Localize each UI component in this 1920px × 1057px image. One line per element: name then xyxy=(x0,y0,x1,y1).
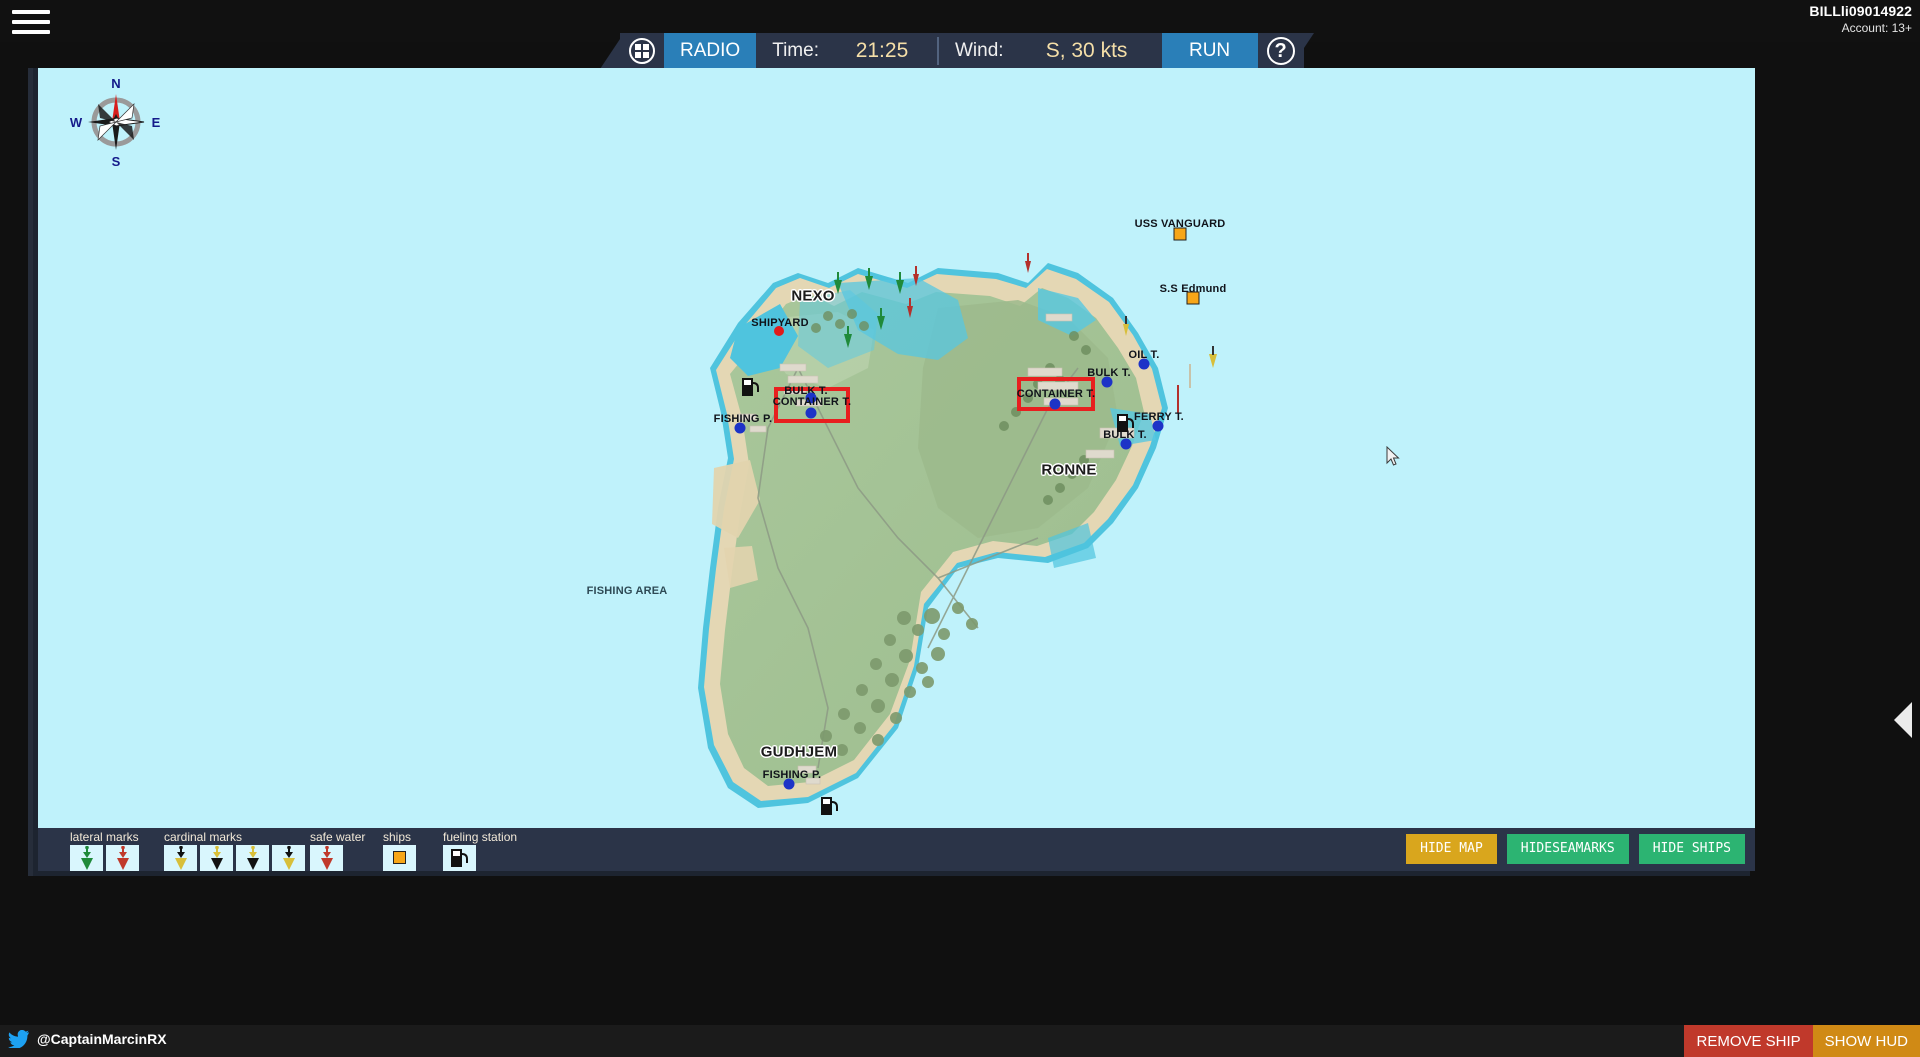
map-area-label: FISHING AREA xyxy=(586,585,668,597)
twitter-handle: @CaptainMarcinRX xyxy=(37,1031,167,1047)
fuel-pump-icon[interactable] xyxy=(741,375,761,397)
legend-icon-buoy-red-lateral[interactable] xyxy=(106,845,139,871)
map-town-label: GUDHJEM xyxy=(760,743,838,761)
legend-icon-buoy-green-lateral[interactable] xyxy=(70,845,103,871)
map-panel: N S W E FISHING AREA SHIPYARD BULK T. CONTA… xyxy=(28,68,1755,876)
map-toggle-buttons: HIDE MAP HIDE SEAMARKS HIDE SHIPS xyxy=(1406,834,1745,864)
twitter-credit: @CaptainMarcinRX xyxy=(8,1030,167,1048)
sea-chart[interactable]: N S W E FISHING AREA SHIPYARD BULK T. CONTA… xyxy=(38,68,1755,828)
legend-group: safe water xyxy=(310,830,365,871)
legend-group: lateral marks xyxy=(70,830,139,871)
terminal-marker-dot[interactable] xyxy=(1120,438,1132,450)
map-button-hide-seamarks[interactable]: HIDE SEAMARKS xyxy=(1506,834,1629,864)
legend-group: fueling station xyxy=(443,830,517,871)
legend-icon-buoy-cardinal-w[interactable] xyxy=(272,845,305,871)
island-graphic xyxy=(698,253,1217,808)
menu-hamburger-icon[interactable] xyxy=(8,6,54,38)
compass-w: W xyxy=(70,115,83,130)
app-root: BILLli09014922 Account: 13+ RADIO Time: … xyxy=(0,0,1920,1057)
map-town-label: RONNE xyxy=(1041,461,1097,479)
fuel-pump-icon[interactable] xyxy=(820,794,840,816)
legend-group: ships xyxy=(383,830,416,871)
legend-icon-buoy-cardinal-s[interactable] xyxy=(236,845,269,871)
show-hud-button[interactable]: SHOW HUD xyxy=(1812,1025,1920,1057)
account-age-rating: Account: 13+ xyxy=(1841,20,1912,35)
legend-group-title: fueling station xyxy=(443,830,518,844)
terminal-marker-dot[interactable] xyxy=(1138,358,1150,370)
legend-group-title: lateral marks xyxy=(70,830,139,844)
legend-icon-row xyxy=(164,845,305,871)
remove-ship-button[interactable]: REMOVE SHIP xyxy=(1684,1025,1813,1057)
radio-button[interactable]: RADIO xyxy=(664,33,757,69)
time-value: 21:25 xyxy=(855,39,909,62)
wind-label: Wind: xyxy=(954,40,1004,61)
bottom-bar: @CaptainMarcinRX REMOVE SHIP SHOW HUD xyxy=(0,1025,1920,1057)
question-mark-icon: ? xyxy=(1266,37,1295,65)
terminal-marker-dot[interactable] xyxy=(1101,376,1113,388)
account-info: BILLli09014922 Account: 13+ xyxy=(1809,3,1912,36)
legend-icon-row xyxy=(310,845,365,871)
collapse-panel-arrow-icon[interactable] xyxy=(1892,700,1914,740)
legend-icon-buoy-cardinal-n[interactable] xyxy=(164,845,197,871)
legend-group-title: ships xyxy=(383,830,412,844)
legend-icon-ship-square[interactable] xyxy=(383,845,416,871)
legend-icon-row xyxy=(383,845,416,871)
legend-group: cardinal marks xyxy=(164,830,305,871)
terminal-marker-dot[interactable] xyxy=(805,407,817,419)
fuel-pump-icon[interactable] xyxy=(1116,411,1136,433)
legend-icon-buoy-safe-water[interactable] xyxy=(310,845,343,871)
legend-icon-row xyxy=(70,845,139,871)
legend-icon-buoy-cardinal-e[interactable] xyxy=(200,845,233,871)
terminal-marker-dot[interactable] xyxy=(1152,420,1164,432)
compass-e: E xyxy=(152,115,161,130)
hud-bar: RADIO Time: 21:25 Wind: S, 30 kts RUN ? xyxy=(620,33,1304,69)
terminal-marker-dot[interactable] xyxy=(1049,398,1061,410)
legend-group-title: safe water xyxy=(310,830,366,844)
compass-n: N xyxy=(111,76,120,91)
time-label: Time: xyxy=(772,40,819,61)
ship-marker[interactable] xyxy=(1186,291,1200,305)
wind-value: S, 30 kts xyxy=(1045,39,1128,62)
map-town-label: NEXO xyxy=(791,287,835,305)
account-name: BILLli09014922 xyxy=(1809,3,1912,19)
map-terminal-label: CONTAINER T. xyxy=(772,396,852,408)
terminal-marker-dot[interactable] xyxy=(783,778,795,790)
shipyard-marker-dot[interactable] xyxy=(774,326,784,336)
legend-icon-row xyxy=(443,845,517,871)
run-button[interactable]: RUN xyxy=(1161,33,1258,69)
terminal-marker-dot[interactable] xyxy=(734,422,746,434)
legend-group-title: cardinal marks xyxy=(164,830,243,844)
mouse-cursor xyxy=(1386,445,1400,466)
map-button-hide-map[interactable]: HIDE MAP xyxy=(1406,834,1497,864)
map-button-hide-ships[interactable]: HIDE SHIPS xyxy=(1638,834,1745,864)
map-legend: lateral marks cardinal marks safe water shi… xyxy=(38,828,1755,871)
compass-s: S xyxy=(112,154,121,168)
compass-rose: N S W E xyxy=(68,72,164,169)
grid-icon[interactable] xyxy=(620,33,664,69)
twitter-icon xyxy=(8,1030,29,1048)
help-button[interactable]: ? xyxy=(1258,33,1304,69)
bottom-actions: REMOVE SHIP SHOW HUD xyxy=(1684,1025,1920,1057)
ship-marker[interactable] xyxy=(1173,227,1187,241)
legend-icon-fuel-pump[interactable] xyxy=(443,845,476,871)
